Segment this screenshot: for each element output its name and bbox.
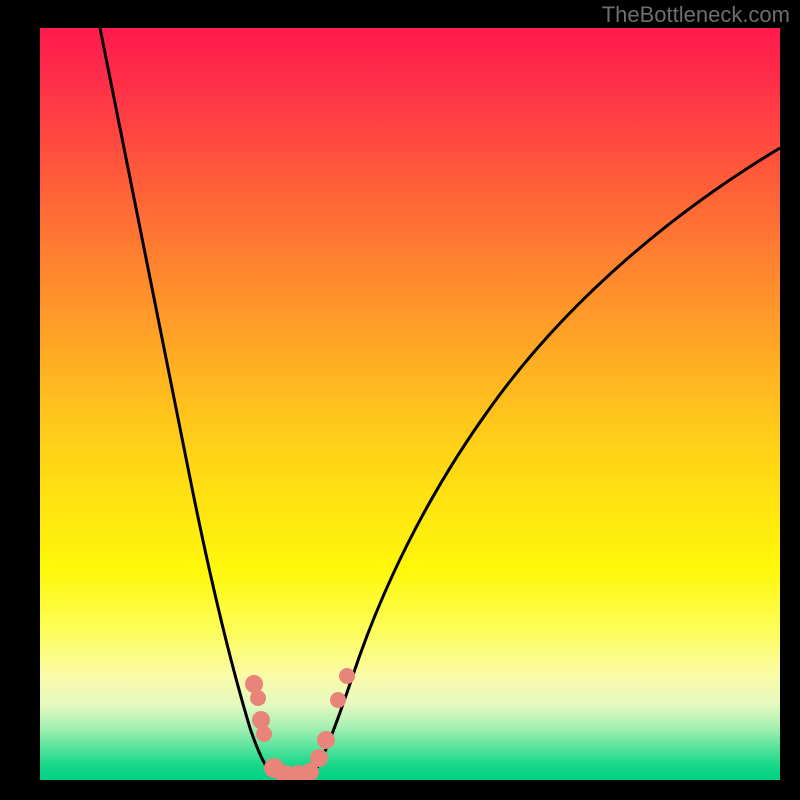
data-marker: [245, 675, 263, 693]
data-marker: [330, 692, 346, 708]
data-marker: [250, 690, 266, 706]
data-marker: [310, 749, 328, 767]
curve-right-branch: [312, 148, 780, 776]
curve-left-branch: [100, 28, 274, 776]
watermark-text: TheBottleneck.com: [602, 2, 790, 28]
data-marker: [317, 731, 335, 749]
data-marker: [339, 668, 355, 684]
data-marker: [256, 726, 272, 742]
chart-plot-area: [40, 28, 780, 780]
data-marker: [252, 711, 270, 729]
chart-svg: [40, 28, 780, 780]
marker-group: [245, 668, 355, 780]
